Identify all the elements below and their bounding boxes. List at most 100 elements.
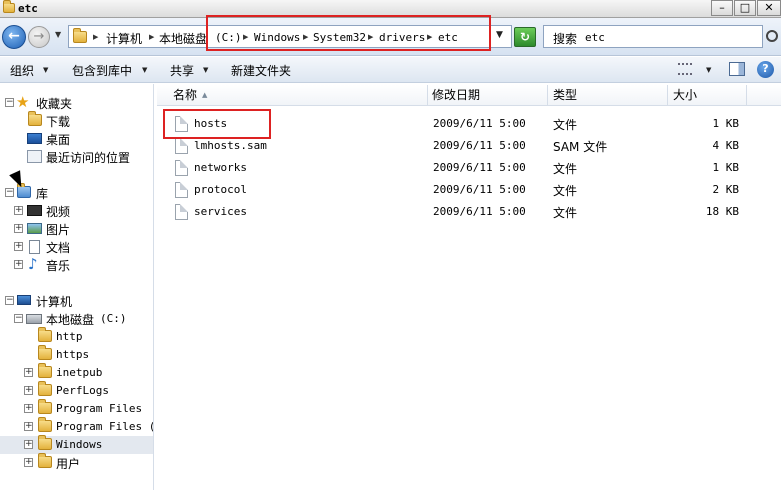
tree-item-folder[interactable]: + Program Files (x	[0, 417, 153, 436]
chevron-down-icon: ▼	[142, 66, 148, 74]
tree-item-music[interactable]: + ♪ 音乐	[0, 255, 153, 274]
recent-pages-chevron-icon[interactable]: ▼	[55, 30, 61, 39]
tree-label: 音乐	[46, 259, 71, 273]
tree-item-videos[interactable]: + 视频	[0, 202, 153, 220]
address-highlight-box	[206, 15, 491, 51]
breadcrumb-chevron-icon[interactable]: ▶	[93, 33, 98, 41]
column-label: 类型	[553, 88, 578, 102]
tree-item-folder[interactable]: + PerfLogs	[0, 381, 153, 400]
column-modified[interactable]: 修改日期	[428, 85, 548, 106]
expand-icon[interactable]: +	[14, 260, 23, 269]
tree-label: 桌面	[46, 133, 71, 147]
search-icon[interactable]	[766, 30, 778, 42]
tree-item-folder[interactable]: + inetpub	[0, 363, 153, 382]
document-icon	[29, 240, 40, 254]
file-icon	[175, 138, 188, 154]
chevron-down-icon[interactable]: ▼	[706, 66, 711, 74]
file-name: lmhosts.sam	[194, 139, 267, 152]
expand-icon[interactable]: +	[24, 458, 33, 467]
folder-icon	[38, 381, 52, 396]
breadcrumb-chevron-icon[interactable]: ▶	[149, 33, 154, 41]
file-icon	[175, 182, 188, 198]
tree-item-computer[interactable]: − 计算机	[0, 292, 153, 310]
help-icon[interactable]: ?	[757, 61, 774, 78]
file-row[interactable]: protocol 2009/6/11 5:00 文件 2 KB	[157, 179, 781, 201]
tree-label: 库	[36, 187, 49, 201]
chevron-down-icon: ▼	[203, 66, 209, 74]
tree-label: PerfLogs	[56, 384, 109, 397]
expand-icon[interactable]: +	[24, 404, 33, 413]
file-row[interactable]: networks 2009/6/11 5:00 文件 1 KB	[157, 157, 781, 179]
collapse-icon[interactable]: −	[5, 98, 14, 107]
column-type[interactable]: 类型	[548, 85, 668, 106]
file-modified: 2009/6/11 5:00	[433, 139, 526, 152]
tree-item-local-disk-c[interactable]: − 本地磁盘 (C:)	[0, 310, 153, 328]
breadcrumb-local-disk[interactable]: 本地磁盘	[159, 30, 207, 47]
minimize-button[interactable]: –	[711, 0, 733, 16]
column-label: 大小	[673, 88, 698, 102]
folder-icon	[38, 345, 52, 360]
include-in-library-button[interactable]: 包含到库中	[72, 62, 132, 79]
folder-icon	[38, 435, 52, 450]
tree-item-folder[interactable]: http	[0, 327, 153, 346]
tree-item-favorites[interactable]: − ★ 收藏夹	[0, 94, 153, 112]
file-list: 名称 ▲ 修改日期 类型 大小 hosts 2009/6/11 5:00 文件 1…	[157, 84, 781, 490]
tree-item-downloads[interactable]: 下载	[0, 111, 153, 130]
column-label: 修改日期	[432, 88, 481, 102]
computer-icon	[17, 295, 31, 305]
drive-icon	[26, 314, 42, 324]
tree-label: inetpub	[56, 366, 103, 379]
folder-icon	[38, 453, 52, 468]
file-row[interactable]: services 2009/6/11 5:00 文件 18 KB	[157, 201, 781, 223]
file-type: 文件	[553, 162, 578, 176]
share-button[interactable]: 共享	[170, 62, 194, 79]
expand-icon[interactable]: +	[24, 386, 33, 395]
desktop-icon	[27, 133, 42, 144]
file-size: 1 KB	[712, 161, 740, 174]
chevron-down-icon: ▼	[43, 66, 49, 74]
close-button[interactable]: ✕	[757, 0, 781, 16]
tree-item-libraries[interactable]: − 库	[0, 183, 153, 202]
tree-label: 最近访问的位置	[46, 151, 131, 165]
tree-item-windows-selected[interactable]: + Windows	[0, 435, 153, 454]
maximize-button[interactable]: □	[734, 0, 756, 16]
file-modified: 2009/6/11 5:00	[433, 205, 526, 218]
tree-item-desktop[interactable]: 桌面	[0, 130, 153, 148]
expand-icon[interactable]: +	[24, 422, 33, 431]
address-dropdown-chevron-icon[interactable]: ▼	[496, 30, 503, 40]
expand-icon[interactable]: +	[14, 224, 23, 233]
folder-icon	[38, 417, 52, 432]
tree-item-documents[interactable]: + 文档	[0, 238, 153, 256]
tree-item-folder[interactable]: + Program Files	[0, 399, 153, 418]
file-icon	[175, 204, 188, 220]
tree-item-folder[interactable]: https	[0, 345, 153, 364]
preview-pane-icon[interactable]	[729, 62, 745, 76]
tree-label: 用户	[56, 457, 81, 471]
file-size: 1 KB	[712, 117, 740, 130]
view-options-icon[interactable]	[678, 63, 692, 75]
file-icon	[175, 160, 188, 176]
column-name[interactable]: 名称 ▲	[157, 85, 428, 106]
collapse-icon[interactable]: −	[5, 188, 14, 197]
tree-item-pictures[interactable]: + 图片	[0, 220, 153, 238]
forward-button[interactable]: →	[28, 26, 50, 48]
hosts-highlight-box	[163, 109, 271, 139]
back-button[interactable]: ←	[2, 25, 26, 49]
expand-icon[interactable]: +	[14, 206, 23, 215]
refresh-button[interactable]: ↻	[514, 27, 536, 47]
expand-icon[interactable]: +	[14, 242, 23, 251]
column-size[interactable]: 大小	[668, 85, 747, 106]
collapse-icon[interactable]: −	[14, 314, 23, 323]
expand-icon[interactable]: +	[24, 440, 33, 449]
tree-item-folder[interactable]: + 用户	[0, 453, 153, 472]
tree-label: 文档	[46, 241, 71, 255]
search-input[interactable]: 搜索 etc	[543, 25, 763, 48]
file-size: 2 KB	[712, 183, 740, 196]
breadcrumb-computer[interactable]: 计算机	[106, 30, 142, 47]
expand-icon[interactable]: +	[24, 368, 33, 377]
organize-button[interactable]: 组织	[10, 62, 34, 79]
collapse-icon[interactable]: −	[5, 296, 14, 305]
search-scope: etc	[585, 31, 605, 44]
tree-item-recent-places[interactable]: 最近访问的位置	[0, 148, 153, 166]
new-folder-button[interactable]: 新建文件夹	[231, 62, 291, 79]
